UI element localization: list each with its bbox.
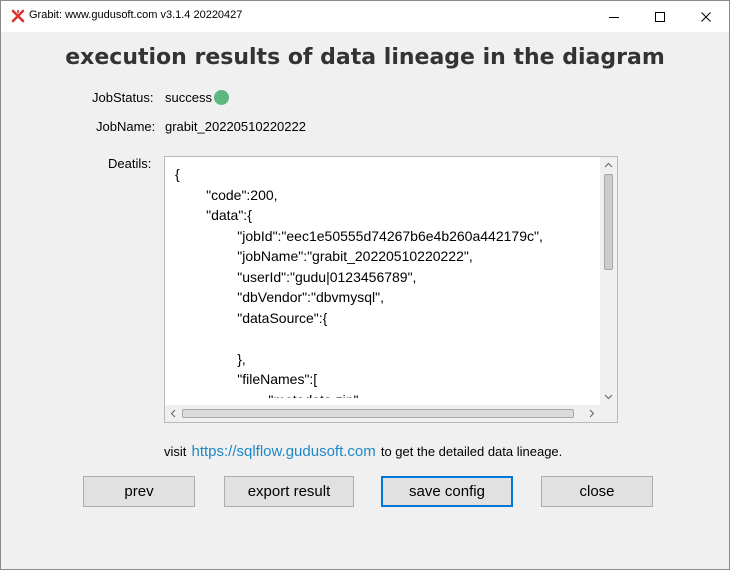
job-status-value: success [165,90,212,105]
job-name-label: JobName: [96,119,156,134]
details-line: { [175,166,180,182]
details-line: "jobId":"eec1e50555d74267b6e4b260a442179… [175,227,543,244]
vertical-scroll-thumb[interactable] [604,174,613,270]
chevron-down-icon [604,394,613,400]
close-window-button[interactable] [683,1,729,32]
grabit-logo-icon [11,9,25,23]
visit-message: visit https://sqlflow.gudusoft.com to ge… [164,441,562,460]
job-name-value: grabit_20220510220222 [165,119,306,134]
chevron-up-icon [604,162,613,168]
maximize-button[interactable] [637,1,683,32]
details-line [175,328,600,349]
vertical-scrollbar[interactable] [600,157,617,405]
details-line: "userId":"gudu|0123456789", [175,268,417,285]
window-title: Grabit: www.gudusoft.com v3.1.4 20220427 [29,9,243,21]
scrollbar-corner [600,405,617,422]
details-line: "dbVendor":"dbvmysql", [175,289,384,305]
page-title: execution results of data lineage in the… [65,45,665,70]
scroll-down-button[interactable] [600,388,617,405]
export-result-button[interactable]: export result [224,476,354,507]
job-status-label: JobStatus: [92,90,154,105]
horizontal-scrollbar[interactable] [165,405,600,422]
minimize-button[interactable] [591,1,637,32]
details-label: Deatils: [108,156,152,171]
details-line: "fileNames":[ [175,371,318,387]
scroll-left-button[interactable] [165,405,182,422]
details-line: "jobName":"grabit_20220510220222", [175,248,473,264]
details-textarea[interactable]: { "code":200, "data":{ "jobId":"eec1e505… [164,156,618,423]
title-bar[interactable]: Grabit: www.gudusoft.com v3.1.4 20220427 [1,1,729,32]
close-button[interactable]: close [541,476,653,507]
details-content: { "code":200, "data":{ "jobId":"eec1e505… [175,164,600,398]
details-line: "metadata.zip" [175,390,600,399]
visit-prefix: visit [164,444,187,459]
minimize-icon [609,17,619,18]
scroll-up-button[interactable] [600,157,617,174]
status-indicator [214,90,229,105]
details-line: }, [175,350,246,367]
maximize-icon [655,12,665,22]
chevron-right-icon [589,409,595,418]
chevron-left-icon [170,409,176,418]
close-icon [701,12,711,22]
prev-button[interactable]: prev [83,476,195,507]
save-config-button[interactable]: save config [381,476,513,507]
horizontal-scroll-thumb[interactable] [182,409,574,418]
scroll-right-button[interactable] [583,405,600,422]
details-line: "code":200, [175,186,278,203]
visit-suffix: to get the detailed data lineage. [380,444,563,459]
sqlflow-link[interactable]: https://sqlflow.gudusoft.com [191,443,375,460]
details-line: "data":{ [175,207,252,223]
grabit-window: Grabit: www.gudusoft.com v3.1.4 20220427… [0,0,730,570]
details-line: "dataSource":{ [175,309,328,326]
